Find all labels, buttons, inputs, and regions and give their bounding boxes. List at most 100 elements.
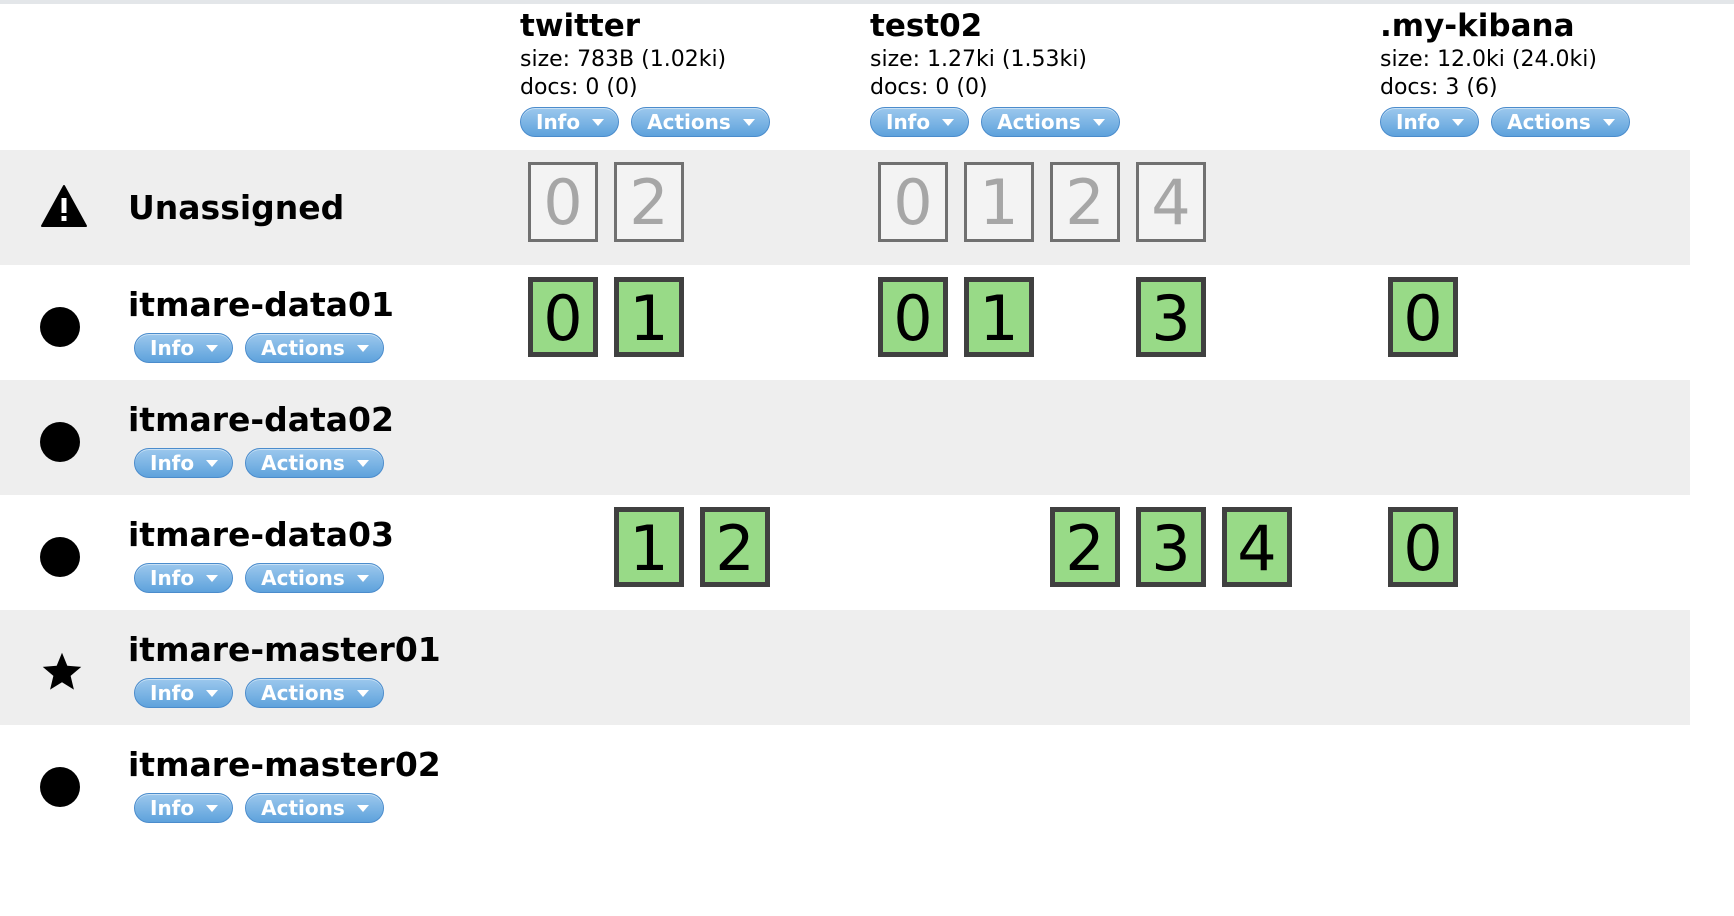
caret-down-icon [206,804,219,812]
shard[interactable]: 3 [1136,277,1206,357]
unassigned-shard[interactable]: 2 [614,162,684,242]
index-name: twitter [520,8,641,44]
index-header-twitter: twitter size: 783B (1.02ki) docs: 0 (0) … [520,6,770,137]
caret-down-icon [1092,118,1105,126]
button-label: Info [536,110,581,134]
button-label: Info [1396,110,1441,134]
shard[interactable]: 1 [614,277,684,357]
node-name: itmare-data02 [128,400,394,439]
button-label: Actions [261,681,345,705]
caret-down-icon [206,344,219,352]
node-row-itmare-data02: itmare-data02 Info Actions [0,380,1690,495]
caret-down-icon [356,804,369,812]
star-icon [40,650,84,698]
button-label: Actions [261,336,345,360]
button-label: Info [150,796,195,820]
warning-icon [40,184,88,232]
index-docs: docs: 0 (0) [870,75,988,100]
index-actions-button[interactable]: Actions [631,107,770,137]
caret-down-icon [742,118,755,126]
index-header-test02: test02 size: 1.27ki (1.53ki) docs: 0 (0)… [870,6,1120,137]
caret-down-icon [206,689,219,697]
shard[interactable]: 3 [1136,507,1206,587]
node-name: itmare-data03 [128,515,394,554]
index-size: size: 783B (1.02ki) [520,47,727,72]
dot-icon [40,422,80,462]
shard[interactable]: 4 [1222,507,1292,587]
node-row-itmare-data03: itmare-data03 Info Actions 1 2 2 3 4 0 [0,495,1690,610]
node-info-button[interactable]: Info [134,793,234,823]
node-info-button[interactable]: Info [134,448,234,478]
unassigned-shard[interactable]: 4 [1136,162,1206,242]
caret-down-icon [356,459,369,467]
caret-down-icon [356,689,369,697]
shard[interactable]: 0 [878,277,948,357]
caret-down-icon [206,574,219,582]
node-title: itmare-master01 Info Actions [128,630,441,708]
shard[interactable]: 1 [614,507,684,587]
caret-down-icon [206,459,219,467]
unassigned-shard[interactable]: 0 [878,162,948,242]
index-actions-button[interactable]: Actions [981,107,1120,137]
shard[interactable]: 0 [528,277,598,357]
node-info-button[interactable]: Info [134,678,234,708]
index-name: .my-kibana [1380,8,1575,44]
button-label: Actions [1507,110,1591,134]
index-header-my-kibana: .my-kibana size: 12.0ki (24.0ki) docs: 3… [1380,6,1630,137]
unassigned-shard[interactable]: 2 [1050,162,1120,242]
node-row-itmare-master01: itmare-master01 Info Actions [0,610,1690,725]
node-info-button[interactable]: Info [134,333,234,363]
dot-icon [40,767,80,807]
node-name: itmare-master02 [128,745,441,784]
button-label: Info [150,681,195,705]
index-docs: docs: 3 (6) [1380,75,1498,100]
node-name: itmare-data01 [128,285,394,324]
shard[interactable]: 0 [1388,507,1458,587]
index-info-button[interactable]: Info [1380,107,1480,137]
node-info-button[interactable]: Info [134,563,234,593]
top-border [0,0,1734,4]
index-docs: docs: 0 (0) [520,75,638,100]
node-row-itmare-master02: itmare-master02 Info Actions [0,725,1690,840]
dot-icon [40,537,80,577]
index-info-button[interactable]: Info [870,107,970,137]
button-label: Info [886,110,931,134]
node-title: itmare-data01 Info Actions [128,285,394,363]
unassigned-shard[interactable]: 1 [964,162,1034,242]
index-size: size: 12.0ki (24.0ki) [1380,47,1597,72]
node-name: itmare-master01 [128,630,441,669]
button-label: Actions [261,566,345,590]
node-row-itmare-data01: itmare-data01 Info Actions 0 1 0 1 3 0 [0,265,1690,380]
node-title: itmare-data03 Info Actions [128,515,394,593]
index-info-button[interactable]: Info [520,107,620,137]
caret-down-icon [592,118,605,126]
dot-icon [40,307,80,347]
unassigned-row: Unassigned 0 2 0 1 2 4 [0,150,1690,265]
button-label: Actions [261,796,345,820]
shard[interactable]: 2 [1050,507,1120,587]
unassigned-shard[interactable]: 0 [528,162,598,242]
node-actions-button[interactable]: Actions [245,678,384,708]
caret-down-icon [1452,118,1465,126]
index-actions-button[interactable]: Actions [1491,107,1630,137]
button-label: Info [150,566,195,590]
button-label: Info [150,336,195,360]
shard[interactable]: 0 [1388,277,1458,357]
node-title: itmare-data02 Info Actions [128,400,394,478]
button-label: Actions [647,110,731,134]
node-title: itmare-master02 Info Actions [128,745,441,823]
node-actions-button[interactable]: Actions [245,448,384,478]
shard[interactable]: 1 [964,277,1034,357]
node-actions-button[interactable]: Actions [245,333,384,363]
index-size: size: 1.27ki (1.53ki) [870,47,1087,72]
node-actions-button[interactable]: Actions [245,793,384,823]
index-name: test02 [870,8,983,44]
caret-down-icon [356,574,369,582]
shard[interactable]: 2 [700,507,770,587]
caret-down-icon [356,344,369,352]
button-label: Info [150,451,195,475]
button-label: Actions [997,110,1081,134]
node-actions-button[interactable]: Actions [245,563,384,593]
caret-down-icon [942,118,955,126]
button-label: Actions [261,451,345,475]
